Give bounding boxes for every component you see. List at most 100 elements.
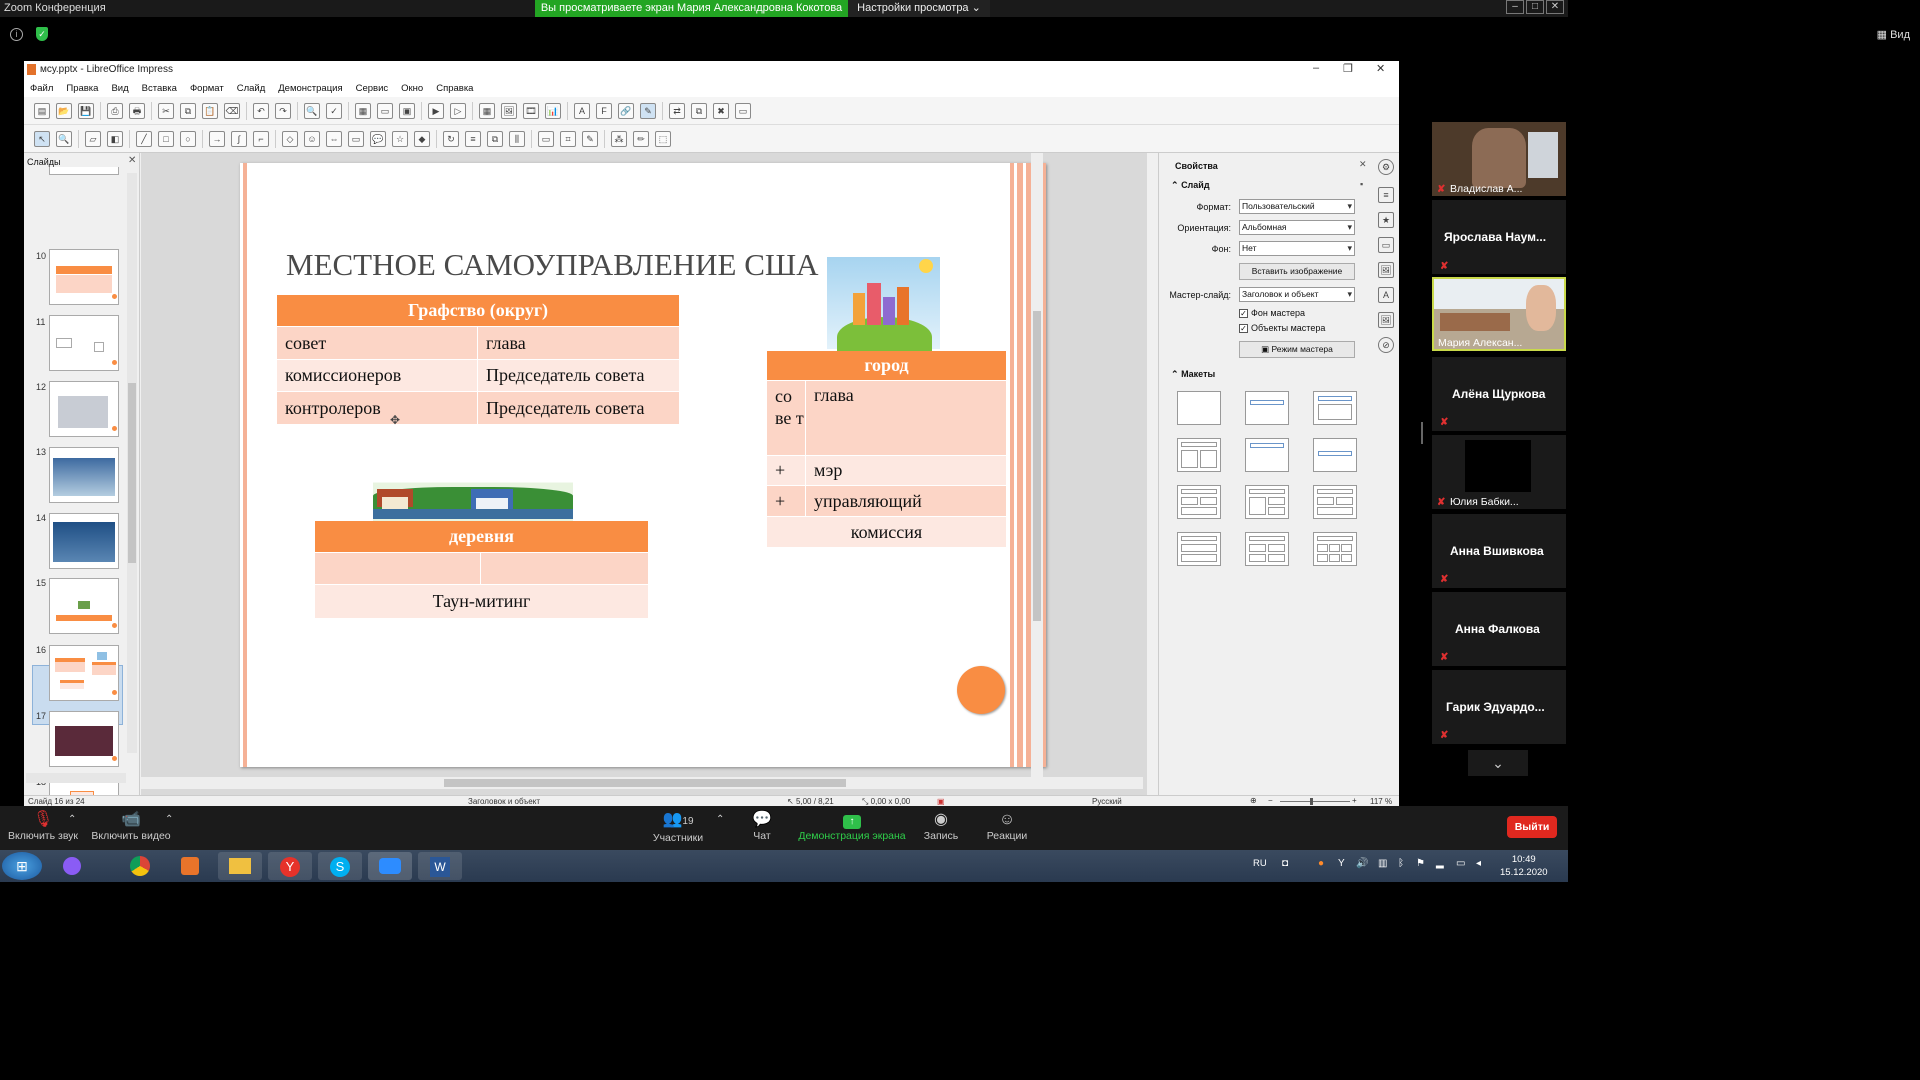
skype-icon[interactable]: S: [318, 852, 362, 880]
master-bg-checkbox-row[interactable]: ✓ Фон мастера: [1239, 308, 1305, 318]
fill-color-icon[interactable]: ◧: [107, 130, 123, 147]
minimize-icon[interactable]: –: [1506, 0, 1524, 14]
slide-transition-icon[interactable]: ★: [1378, 212, 1394, 228]
panel-divider-handle[interactable]: [1421, 422, 1423, 444]
slide-layout-icon[interactable]: ▭: [735, 102, 751, 119]
more-options-icon[interactable]: ▪: [1360, 179, 1363, 189]
open-icon[interactable]: 📂: [56, 102, 72, 119]
yandex-tray-icon[interactable]: Y: [1338, 858, 1345, 869]
arrange-icon[interactable]: ⧉: [487, 130, 503, 147]
record-button[interactable]: ◉ Запись: [920, 810, 962, 842]
participant-tile[interactable]: Анна Фалкова ✘: [1432, 592, 1566, 666]
hyperlink-icon[interactable]: 🔗: [618, 102, 634, 119]
city-cell[interactable]: глава: [806, 381, 1006, 455]
yandex-icon[interactable]: Y: [268, 852, 312, 880]
filter-icon[interactable]: ✎: [582, 130, 598, 147]
participant-tile-active[interactable]: Мария Алексан...: [1432, 277, 1566, 351]
start-current-icon[interactable]: ▷: [450, 102, 466, 119]
shadow-icon[interactable]: ▭: [538, 130, 554, 147]
copy-icon[interactable]: ⧉: [180, 102, 196, 119]
rotate-icon[interactable]: ↻: [443, 130, 459, 147]
layout-title-2rows[interactable]: [1177, 532, 1221, 566]
slide-title[interactable]: МЕСТНОЕ САМОУПРАВЛЕНИЕ США: [286, 247, 819, 283]
navigator-icon[interactable]: ⊘: [1378, 337, 1394, 353]
participant-tile[interactable]: Алёна Щуркова ✘: [1432, 357, 1566, 431]
background-select[interactable]: Нет: [1239, 241, 1355, 256]
city-table-header[interactable]: город: [767, 351, 1006, 380]
leave-button[interactable]: Выйти: [1507, 816, 1557, 838]
layout-blank[interactable]: [1177, 391, 1221, 425]
clear-format-icon[interactable]: ⌫: [224, 102, 240, 119]
layout-2-content[interactable]: [1313, 485, 1357, 519]
section-slide-title[interactable]: ⌃ Слайд: [1171, 180, 1210, 191]
city-cell[interactable]: мэр: [806, 456, 1006, 485]
speaker-icon[interactable]: ◂: [1476, 858, 1481, 869]
language-indicator[interactable]: RU: [1253, 858, 1267, 869]
status-language[interactable]: Русский: [1092, 797, 1122, 806]
city-cell[interactable]: управляющий: [806, 486, 1006, 516]
slide-thumbnail-17[interactable]: [49, 711, 119, 767]
layout-title-4content[interactable]: [1245, 532, 1289, 566]
layout-content-2[interactable]: [1245, 485, 1289, 519]
word-icon[interactable]: W: [418, 852, 462, 880]
reactions-button[interactable]: ☺ Реакции: [983, 810, 1031, 842]
participants-button[interactable]: 👥19 Участники: [650, 810, 706, 844]
ellipse-icon[interactable]: ○: [180, 130, 196, 147]
info-icon[interactable]: i: [10, 28, 23, 41]
signal-icon[interactable]: ▂: [1436, 858, 1444, 869]
zoom-out-icon[interactable]: −: [1268, 796, 1273, 805]
slide-thumbnail-13[interactable]: [49, 447, 119, 503]
system-clock[interactable]: 10:49 15.12.2020: [1500, 853, 1548, 879]
properties-tab-icon[interactable]: ≡: [1378, 187, 1394, 203]
layout-title-only[interactable]: [1245, 391, 1289, 425]
flag-icon[interactable]: ⚑: [1416, 858, 1425, 869]
chart-icon[interactable]: 📊: [545, 102, 561, 119]
duplicate-slide-icon[interactable]: ⧉: [691, 102, 707, 119]
start-slideshow-icon[interactable]: ▶: [428, 102, 444, 119]
maximize-icon[interactable]: □: [1526, 0, 1544, 14]
gear-icon[interactable]: ⚙: [1378, 159, 1394, 175]
curve-icon[interactable]: ∫: [231, 130, 247, 147]
participant-tile[interactable]: ✘ Владислав А...: [1432, 122, 1566, 196]
city-cell[interactable]: +: [767, 456, 805, 485]
start-video-button[interactable]: 📹 Включить видео: [90, 810, 172, 842]
village-table-footer[interactable]: Таун-митинг: [315, 585, 648, 618]
slides-scrollbar-thumb[interactable]: [128, 383, 136, 563]
arrow-line-icon[interactable]: →: [209, 130, 225, 147]
city-cell[interactable]: со ве т: [767, 381, 805, 455]
participant-tile[interactable]: Ярослава Наум... ✘: [1432, 200, 1566, 274]
layout-2content-title[interactable]: [1177, 485, 1221, 519]
spelling-icon[interactable]: ✓: [326, 102, 342, 119]
section-layouts-title[interactable]: ⌃ Макеты: [1171, 369, 1215, 380]
points-icon[interactable]: ⁂: [611, 130, 627, 147]
chevron-up-icon[interactable]: ⌃: [716, 814, 724, 825]
chevron-up-icon[interactable]: ⌃: [165, 814, 173, 825]
block-arrows-icon[interactable]: ⇔: [326, 130, 342, 147]
zoom-slider-handle[interactable]: [1310, 798, 1313, 805]
city-illustration[interactable]: [827, 257, 940, 357]
zoom-tray-icon[interactable]: ◘: [1282, 858, 1288, 869]
close-icon[interactable]: ✕: [1359, 159, 1367, 170]
village-empty-cell[interactable]: [315, 553, 480, 584]
layout-title-6content[interactable]: [1313, 532, 1357, 566]
battery-icon[interactable]: ▭: [1456, 858, 1465, 869]
image-icon[interactable]: 🖼: [501, 102, 517, 119]
flowchart-icon[interactable]: ▭: [348, 130, 364, 147]
layout-centered-text[interactable]: [1245, 438, 1289, 472]
crop-icon[interactable]: ⌗: [560, 130, 576, 147]
status-zoom[interactable]: 117 %: [1370, 797, 1392, 806]
participant-tile[interactable]: ✘ Юлия Бабки...: [1432, 435, 1566, 509]
print-icon[interactable]: 🖶: [129, 102, 145, 119]
fit-slide-icon[interactable]: ⊕: [1250, 796, 1257, 805]
county-cell[interactable]: комиссионеров: [277, 360, 477, 391]
new-icon[interactable]: ▤: [34, 102, 50, 119]
slides-hscrollbar[interactable]: [26, 773, 126, 783]
zoom-slider[interactable]: [1280, 801, 1350, 802]
city-table-footer[interactable]: комиссия: [767, 517, 1006, 547]
slide-thumbnail-10[interactable]: [49, 249, 119, 305]
editor-vscrollbar-thumb[interactable]: [1033, 311, 1041, 621]
find-replace-icon[interactable]: 🔍: [304, 102, 320, 119]
village-empty-cell[interactable]: [481, 553, 648, 584]
connector-icon[interactable]: ⌐: [253, 130, 269, 147]
orientation-select[interactable]: Альбомная: [1239, 220, 1355, 235]
